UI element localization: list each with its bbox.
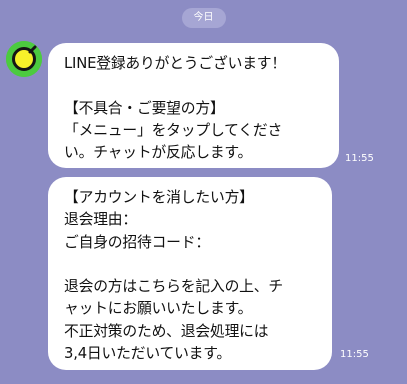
- message-timestamp: 11:55: [340, 349, 369, 360]
- green-yellow-ring-icon: [6, 41, 42, 77]
- bot-avatar[interactable]: [6, 41, 42, 77]
- message-line: 「メニュー」をタップしてくださ: [64, 121, 283, 139]
- date-separator: 今日: [181, 8, 226, 28]
- message-timestamp: 11:55: [345, 153, 374, 164]
- message-line: 【不具合・ご要望の方】: [64, 99, 225, 117]
- message-line: LINE登録ありがとうございます！: [64, 55, 286, 72]
- message-line: 退会の方はこちらを記入の上、チ: [64, 278, 283, 296]
- message-line: ご自身の招待コード：: [64, 233, 210, 251]
- message-line: い。チャットが反応します。: [64, 144, 253, 162]
- message-line: ャットにお願いいたします。: [64, 300, 253, 318]
- message-line: 退会理由：: [64, 211, 137, 229]
- message-line: 3,4日いただいています。: [64, 345, 231, 363]
- message-bubble: 【アカウントを消したい方】 退会理由： ご自身の招待コード： 退会の方はこちらを…: [48, 177, 332, 370]
- message-line-blank: [64, 254, 318, 276]
- message-line: 不正対策のため、退会処理には: [64, 322, 269, 340]
- message-line-blank: [64, 75, 325, 97]
- message-line: 【アカウントを消したい方】: [64, 189, 254, 206]
- message-bubble: LINE登録ありがとうございます！ 【不具合・ご要望の方】 「メニュー」をタップ…: [48, 43, 339, 168]
